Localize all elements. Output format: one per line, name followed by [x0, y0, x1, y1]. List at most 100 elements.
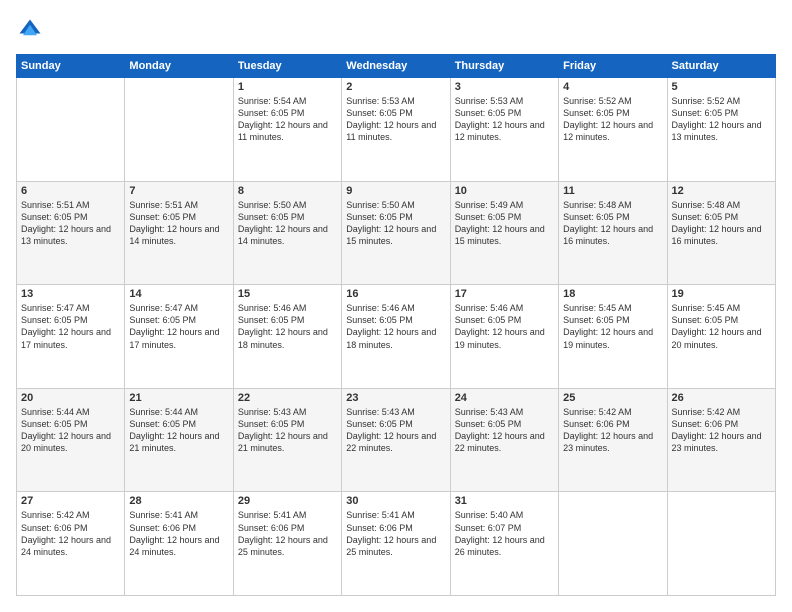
cell-content: Sunrise: 5:46 AMSunset: 6:05 PMDaylight:… — [346, 302, 445, 351]
calendar-cell: 11Sunrise: 5:48 AMSunset: 6:05 PMDayligh… — [559, 181, 667, 285]
calendar-cell: 7 Sunrise: 5:51 AMSunset: 6:05 PMDaylight… — [125, 181, 233, 285]
cell-content: Sunrise: 5:41 AMSunset: 6:06 PMDaylight:… — [129, 509, 228, 558]
day-number: 23 — [346, 392, 445, 404]
day-number: 2 — [346, 81, 445, 93]
day-number: 13 — [21, 288, 120, 300]
calendar-cell: 29 Sunrise: 5:41 AMSunset: 6:06 PMDayligh… — [233, 492, 341, 596]
calendar-cell: 24 Sunrise: 5:43 AMSunset: 6:05 PMDayligh… — [450, 388, 558, 492]
cell-content: Sunrise: 5:50 AMSunset: 6:05 PMDaylight:… — [238, 199, 337, 248]
cell-content: Sunrise: 5:45 AMSunset: 6:05 PMDaylight:… — [563, 302, 662, 351]
cell-content: Sunrise: 5:46 AMSunset: 6:05 PMDaylight:… — [238, 302, 337, 351]
calendar-cell: 26Sunrise: 5:42 AMSunset: 6:06 PMDayligh… — [667, 388, 775, 492]
cell-content: Sunrise: 5:51 AMSunset: 6:05 PMDaylight:… — [129, 199, 228, 248]
calendar-cell: 28 Sunrise: 5:41 AMSunset: 6:06 PMDayligh… — [125, 492, 233, 596]
calendar-cell: 3 Sunrise: 5:53 AMSunset: 6:05 PMDaylight… — [450, 78, 558, 182]
calendar-cell: 18 Sunrise: 5:45 AMSunset: 6:05 PMDayligh… — [559, 285, 667, 389]
cell-content: Sunrise: 5:43 AMSunset: 6:05 PMDaylight:… — [455, 406, 554, 455]
day-number: 10 — [455, 185, 554, 197]
day-number: 6 — [21, 185, 120, 197]
cell-content: Sunrise: 5:43 AMSunset: 6:05 PMDaylight:… — [238, 406, 337, 455]
day-number: 9 — [346, 185, 445, 197]
weekday-header: Thursday — [450, 55, 558, 78]
day-number: 5 — [672, 81, 771, 93]
day-number: 24 — [455, 392, 554, 404]
calendar-cell: 17 Sunrise: 5:46 AMSunset: 6:05 PMDayligh… — [450, 285, 558, 389]
day-number: 19 — [672, 288, 771, 300]
cell-content: Sunrise: 5:44 AMSunset: 6:05 PMDaylight:… — [21, 406, 120, 455]
calendar-cell: 4 Sunrise: 5:52 AMSunset: 6:05 PMDaylight… — [559, 78, 667, 182]
day-number: 30 — [346, 495, 445, 507]
calendar-table: SundayMondayTuesdayWednesdayThursdayFrid… — [16, 54, 776, 596]
weekday-header: Friday — [559, 55, 667, 78]
calendar-cell: 9Sunrise: 5:50 AMSunset: 6:05 PMDaylight… — [342, 181, 450, 285]
cell-content: Sunrise: 5:45 AMSunset: 6:05 PMDaylight:… — [672, 302, 771, 351]
cell-content: Sunrise: 5:52 AMSunset: 6:05 PMDaylight:… — [672, 95, 771, 144]
page: SundayMondayTuesdayWednesdayThursdayFrid… — [0, 0, 792, 612]
day-number: 1 — [238, 81, 337, 93]
calendar-cell: 8 Sunrise: 5:50 AMSunset: 6:05 PMDaylight… — [233, 181, 341, 285]
logo — [16, 16, 48, 44]
day-number: 28 — [129, 495, 228, 507]
weekday-header: Wednesday — [342, 55, 450, 78]
day-number: 3 — [455, 81, 554, 93]
calendar-week-row: 6 Sunrise: 5:51 AMSunset: 6:05 PMDaylight… — [17, 181, 776, 285]
day-number: 31 — [455, 495, 554, 507]
calendar-cell: 23 Sunrise: 5:43 AMSunset: 6:05 PMDayligh… — [342, 388, 450, 492]
day-number: 21 — [129, 392, 228, 404]
cell-content: Sunrise: 5:51 AMSunset: 6:05 PMDaylight:… — [21, 199, 120, 248]
calendar-cell: 1 Sunrise: 5:54 AMSunset: 6:05 PMDaylight… — [233, 78, 341, 182]
calendar-cell — [17, 78, 125, 182]
calendar-cell: 21 Sunrise: 5:44 AMSunset: 6:05 PMDayligh… — [125, 388, 233, 492]
day-number: 29 — [238, 495, 337, 507]
cell-content: Sunrise: 5:44 AMSunset: 6:05 PMDaylight:… — [129, 406, 228, 455]
calendar-cell — [667, 492, 775, 596]
cell-content: Sunrise: 5:48 AMSunset: 6:05 PMDaylight:… — [563, 199, 662, 248]
calendar-week-row: 20Sunrise: 5:44 AMSunset: 6:05 PMDayligh… — [17, 388, 776, 492]
calendar-cell: 12Sunrise: 5:48 AMSunset: 6:05 PMDayligh… — [667, 181, 775, 285]
cell-content: Sunrise: 5:42 AMSunset: 6:06 PMDaylight:… — [21, 509, 120, 558]
cell-content: Sunrise: 5:54 AMSunset: 6:05 PMDaylight:… — [238, 95, 337, 144]
weekday-header: Monday — [125, 55, 233, 78]
calendar-cell: 13 Sunrise: 5:47 AMSunset: 6:05 PMDayligh… — [17, 285, 125, 389]
cell-content: Sunrise: 5:47 AMSunset: 6:05 PMDaylight:… — [21, 302, 120, 351]
calendar-cell: 25 Sunrise: 5:42 AMSunset: 6:06 PMDayligh… — [559, 388, 667, 492]
cell-content: Sunrise: 5:47 AMSunset: 6:05 PMDaylight:… — [129, 302, 228, 351]
cell-content: Sunrise: 5:48 AMSunset: 6:05 PMDaylight:… — [672, 199, 771, 248]
calendar-week-row: 13 Sunrise: 5:47 AMSunset: 6:05 PMDayligh… — [17, 285, 776, 389]
day-number: 4 — [563, 81, 662, 93]
calendar-cell: 30 Sunrise: 5:41 AMSunset: 6:06 PMDayligh… — [342, 492, 450, 596]
day-number: 25 — [563, 392, 662, 404]
calendar-cell: 16 Sunrise: 5:46 AMSunset: 6:05 PMDayligh… — [342, 285, 450, 389]
cell-content: Sunrise: 5:43 AMSunset: 6:05 PMDaylight:… — [346, 406, 445, 455]
calendar-cell — [125, 78, 233, 182]
day-number: 16 — [346, 288, 445, 300]
day-number: 17 — [455, 288, 554, 300]
calendar-cell — [559, 492, 667, 596]
calendar-cell: 27Sunrise: 5:42 AMSunset: 6:06 PMDayligh… — [17, 492, 125, 596]
calendar-week-row: 27Sunrise: 5:42 AMSunset: 6:06 PMDayligh… — [17, 492, 776, 596]
calendar-cell: 15Sunrise: 5:46 AMSunset: 6:05 PMDayligh… — [233, 285, 341, 389]
calendar-cell: 31Sunrise: 5:40 AMSunset: 6:07 PMDayligh… — [450, 492, 558, 596]
day-number: 26 — [672, 392, 771, 404]
cell-content: Sunrise: 5:49 AMSunset: 6:05 PMDaylight:… — [455, 199, 554, 248]
cell-content: Sunrise: 5:42 AMSunset: 6:06 PMDaylight:… — [563, 406, 662, 455]
cell-content: Sunrise: 5:41 AMSunset: 6:06 PMDaylight:… — [238, 509, 337, 558]
header — [16, 16, 776, 44]
day-number: 7 — [129, 185, 228, 197]
calendar-cell: 22 Sunrise: 5:43 AMSunset: 6:05 PMDayligh… — [233, 388, 341, 492]
day-number: 8 — [238, 185, 337, 197]
weekday-header: Sunday — [17, 55, 125, 78]
logo-icon — [16, 16, 44, 44]
calendar-cell: 19 Sunrise: 5:45 AMSunset: 6:05 PMDayligh… — [667, 285, 775, 389]
cell-content: Sunrise: 5:53 AMSunset: 6:05 PMDaylight:… — [455, 95, 554, 144]
calendar-week-row: 1 Sunrise: 5:54 AMSunset: 6:05 PMDaylight… — [17, 78, 776, 182]
calendar-cell: 6 Sunrise: 5:51 AMSunset: 6:05 PMDaylight… — [17, 181, 125, 285]
calendar-cell: 20Sunrise: 5:44 AMSunset: 6:05 PMDayligh… — [17, 388, 125, 492]
cell-content: Sunrise: 5:41 AMSunset: 6:06 PMDaylight:… — [346, 509, 445, 558]
day-number: 18 — [563, 288, 662, 300]
weekday-header: Tuesday — [233, 55, 341, 78]
cell-content: Sunrise: 5:46 AMSunset: 6:05 PMDaylight:… — [455, 302, 554, 351]
cell-content: Sunrise: 5:52 AMSunset: 6:05 PMDaylight:… — [563, 95, 662, 144]
calendar-cell: 10 Sunrise: 5:49 AMSunset: 6:05 PMDayligh… — [450, 181, 558, 285]
day-number: 22 — [238, 392, 337, 404]
